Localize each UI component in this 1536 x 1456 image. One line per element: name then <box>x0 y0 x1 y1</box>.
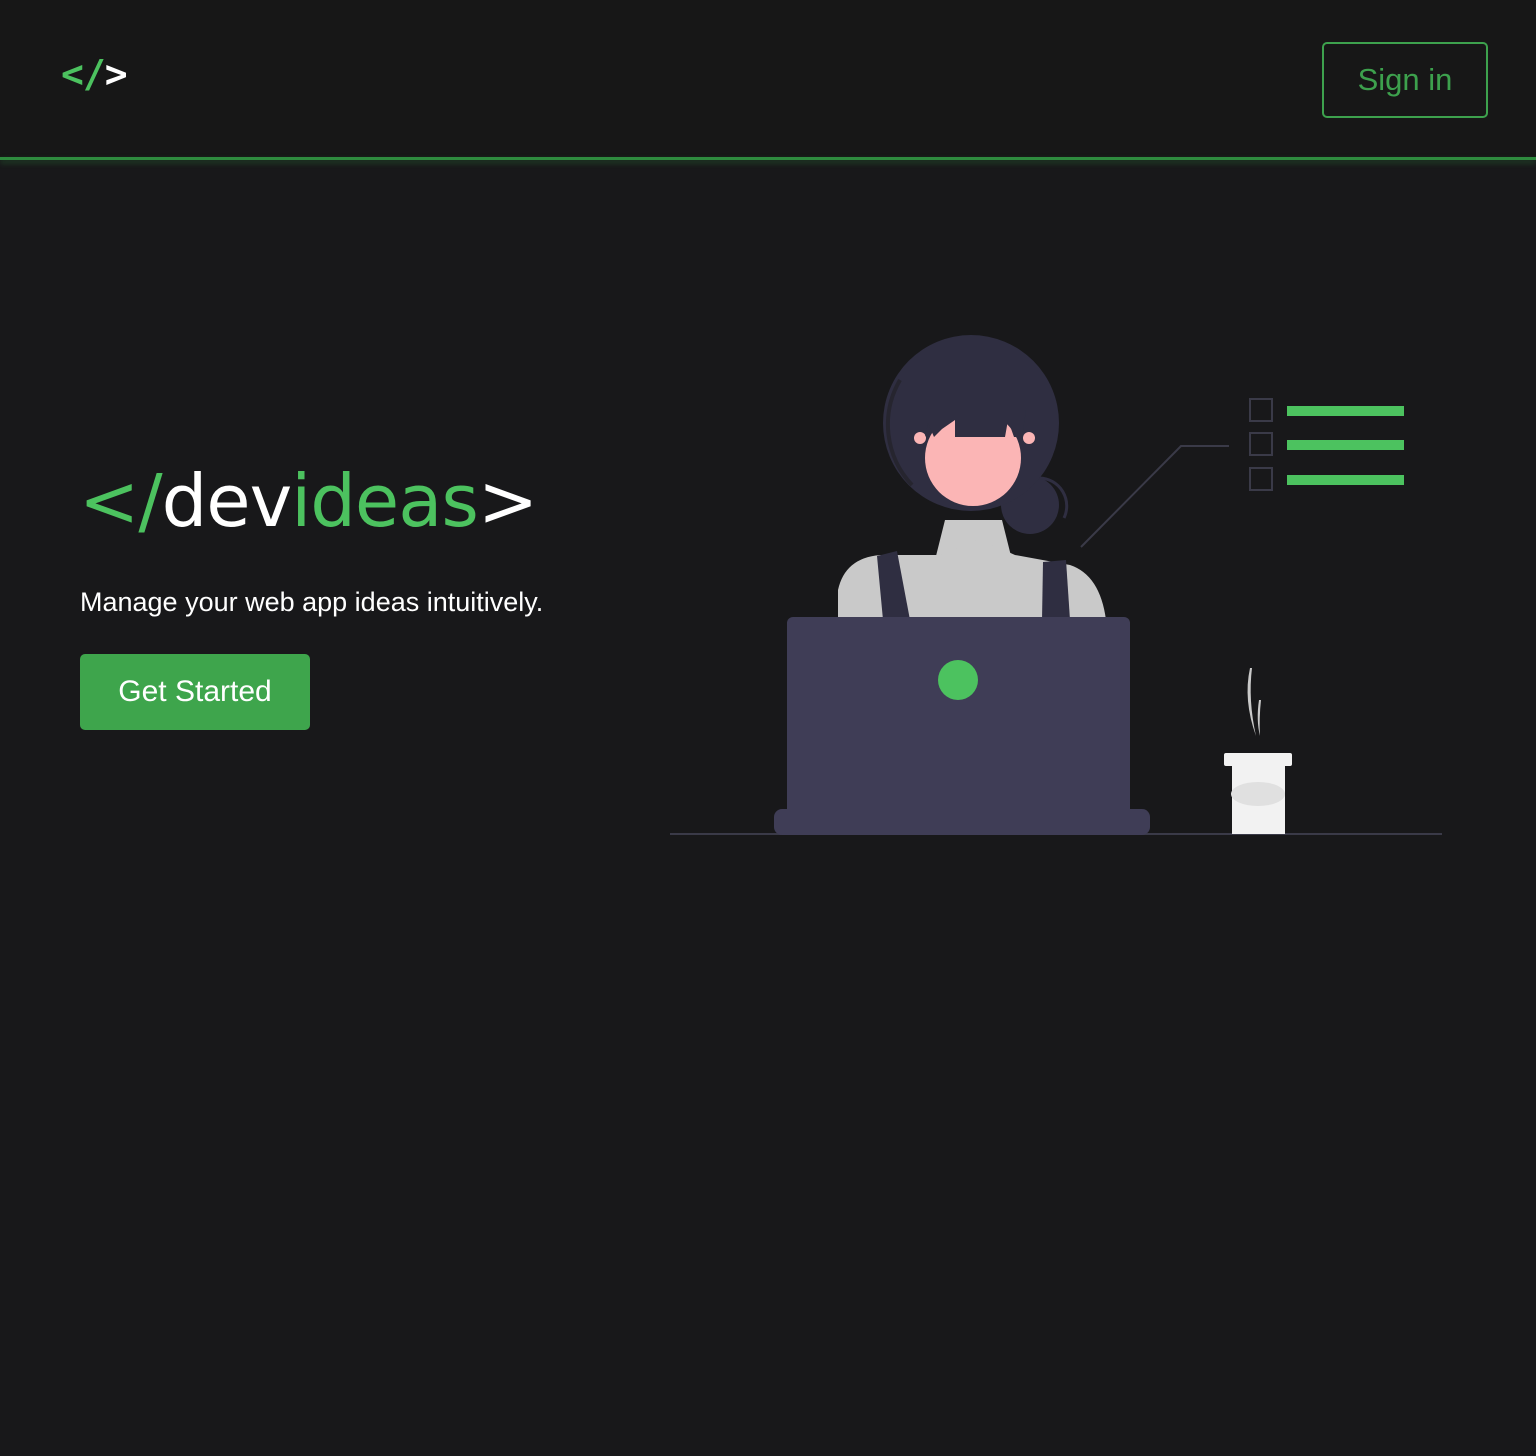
logo-open-tag: </ <box>61 52 106 96</box>
laptop-logo <box>938 660 978 700</box>
coffee-cup-icon <box>1224 668 1292 834</box>
hero-title-suffix: > <box>477 459 538 543</box>
hero-title: </devideas> <box>79 455 538 547</box>
laptop <box>787 617 1130 817</box>
connector-line <box>1080 445 1229 548</box>
top-nav: </> Sign in <box>0 0 1536 158</box>
checklist-icon <box>1249 398 1404 491</box>
hero-title-dev: dev <box>161 459 293 543</box>
logo-close-tag: > <box>104 52 128 96</box>
hero-tagline: Manage your web app ideas intuitively. <box>80 587 544 617</box>
get-started-button[interactable]: Get Started <box>80 654 310 730</box>
header-divider <box>0 157 1536 160</box>
landing-page: </> Sign in </devideas> Manage your web … <box>0 0 1536 1456</box>
sign-in-button[interactable]: Sign in <box>1322 42 1488 118</box>
hero-title-prefix: </ <box>79 459 163 543</box>
hero-title-ideas: ideas <box>291 459 479 543</box>
woman-at-laptop-illustration <box>670 335 1442 835</box>
brand-logo[interactable]: </> <box>61 50 128 98</box>
